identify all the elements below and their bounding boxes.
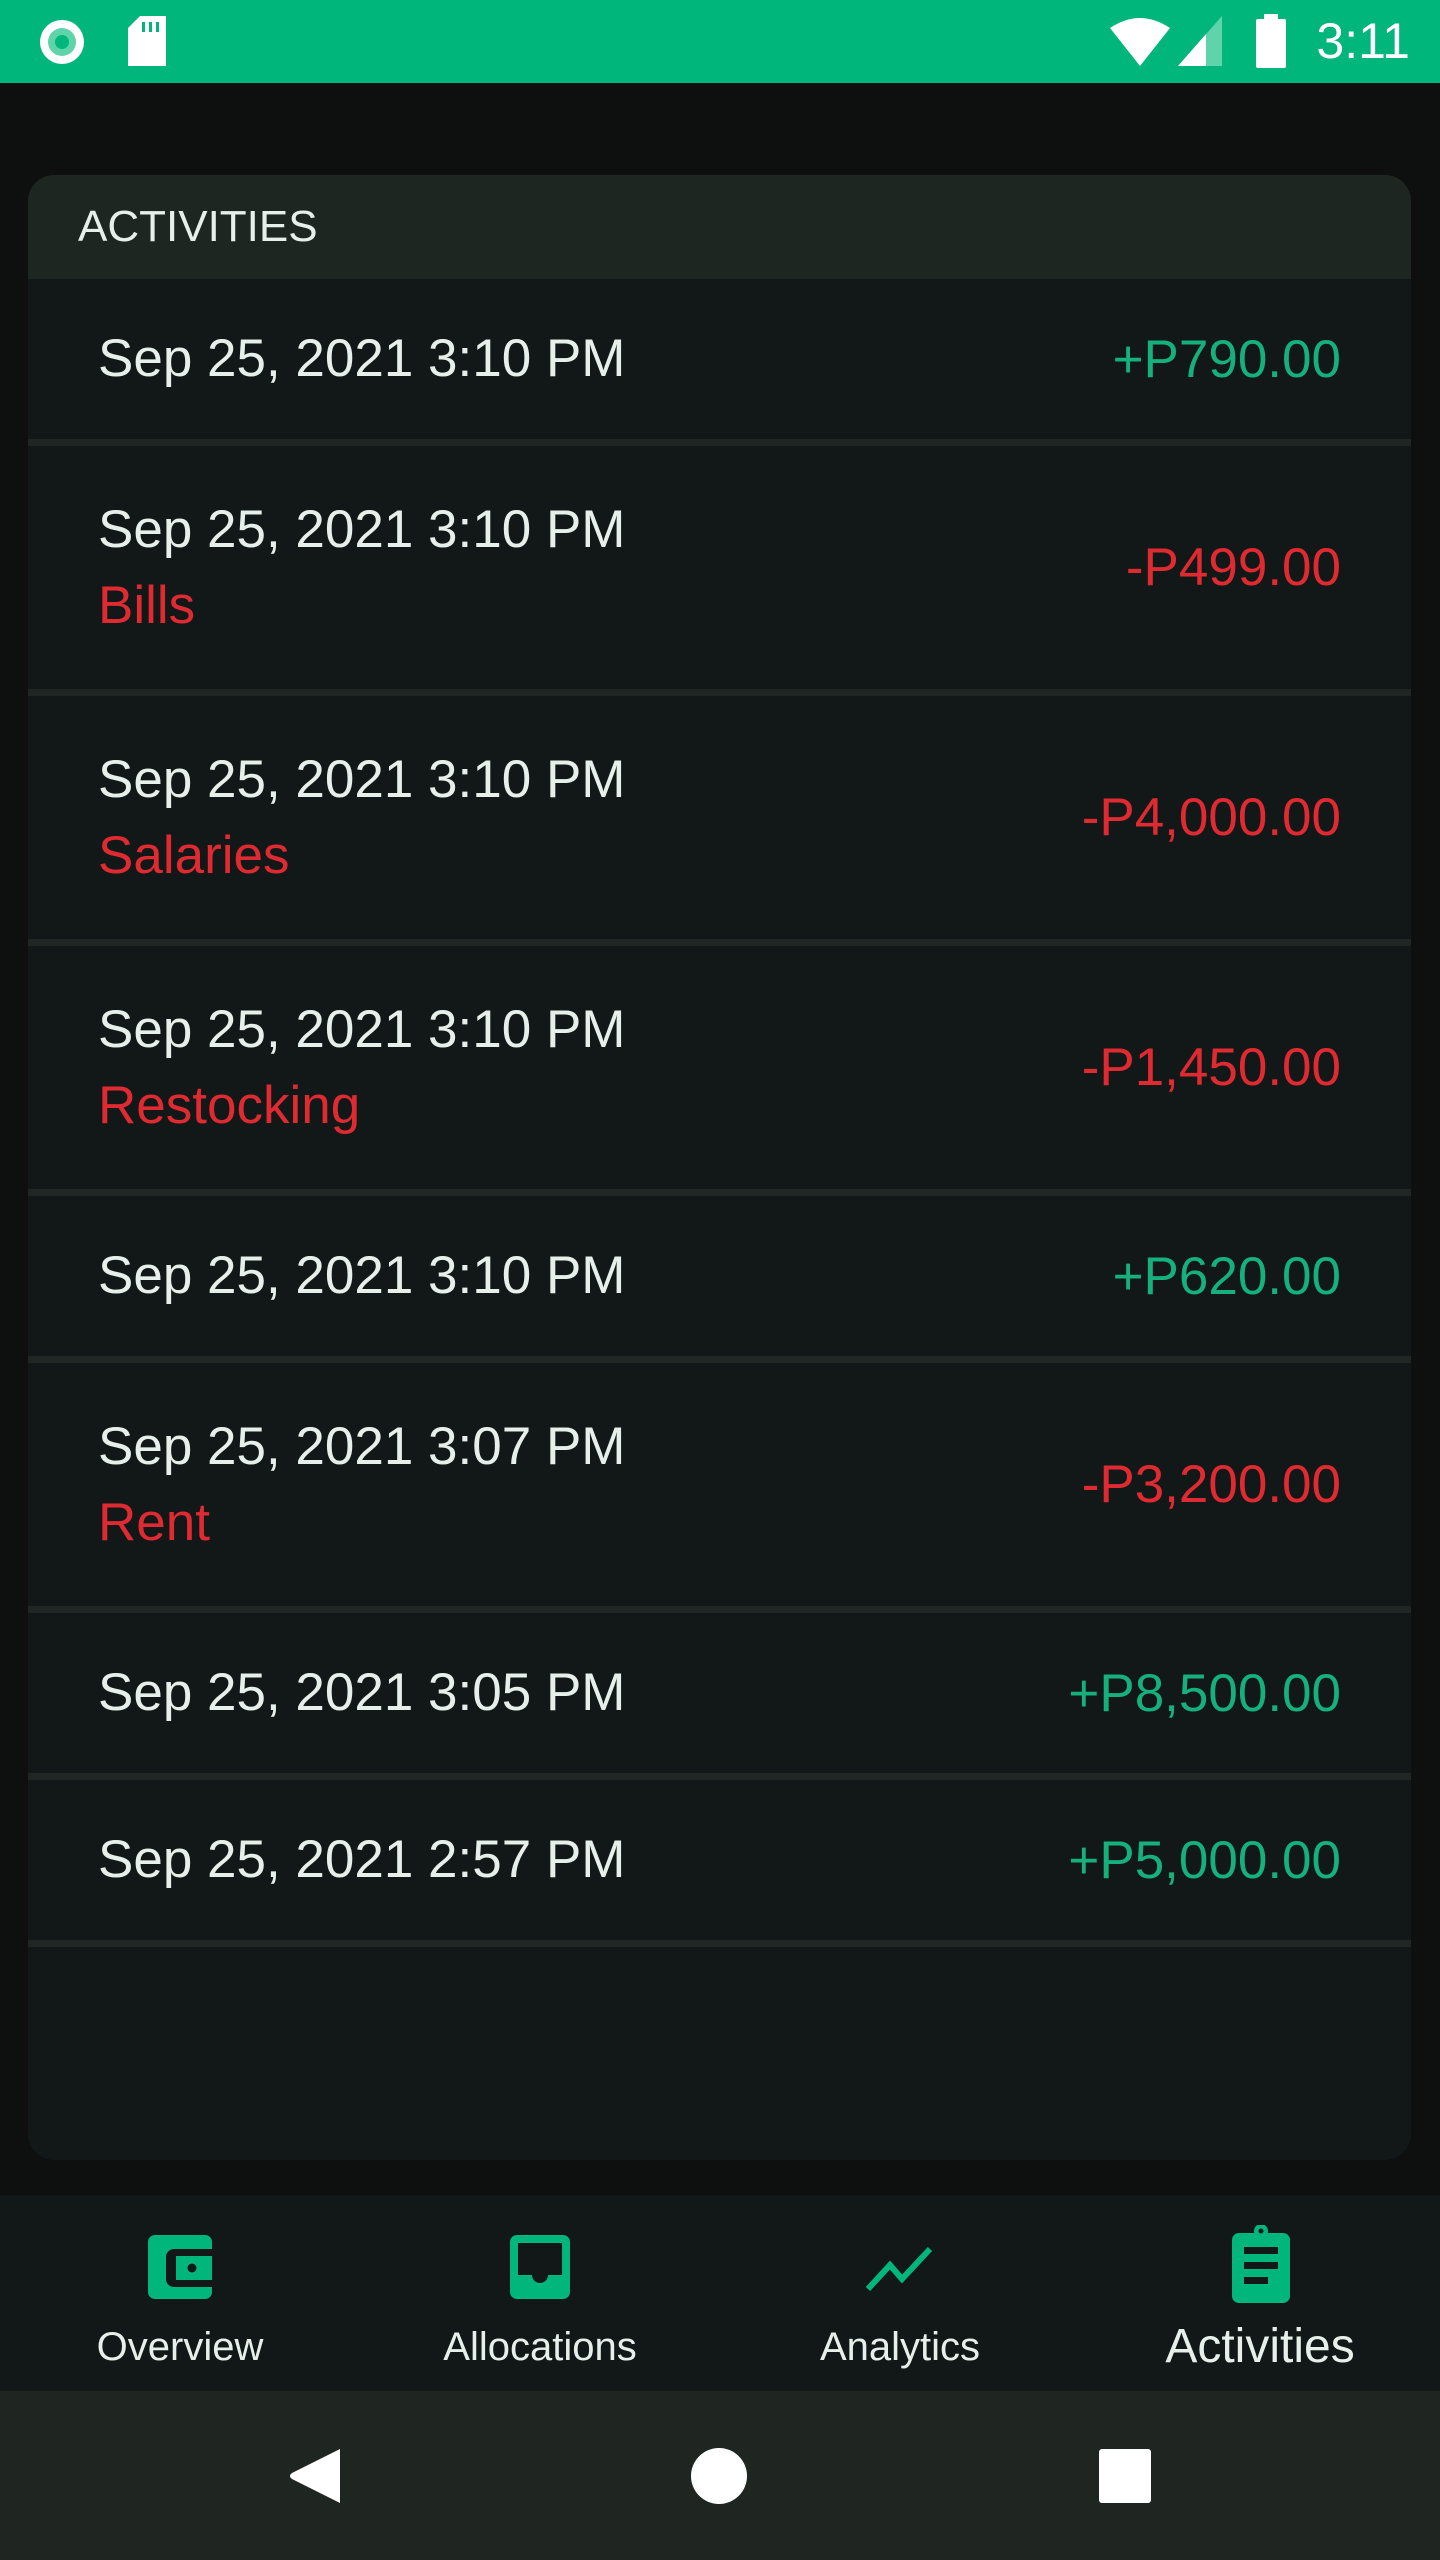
activity-datetime: Sep 25, 2021 3:10 PM [98, 329, 626, 388]
activity-datetime: Sep 25, 2021 2:57 PM [98, 1830, 626, 1889]
activity-amount: +P790.00 [1112, 329, 1341, 389]
nav-tab-activities[interactable]: Activities [1080, 2195, 1440, 2391]
activity-category: Salaries [98, 825, 290, 885]
bottom-navigation: Overview Allocations Analytics Activitie… [0, 2195, 1440, 2391]
activity-datetime: Sep 25, 2021 3:07 PM [98, 1416, 626, 1476]
activity-row[interactable]: Sep 25, 2021 3:10 PM Restocking -P1,450.… [28, 946, 1411, 1196]
nav-tab-overview[interactable]: Overview [0, 2195, 360, 2391]
nav-label: Overview [96, 2325, 264, 2369]
activity-row[interactable]: Sep 25, 2021 3:10 PM Salaries -P4,000.00 [28, 696, 1411, 946]
cellular-signal-icon [1178, 16, 1222, 66]
activity-amount: +P5,000.00 [1068, 1830, 1341, 1890]
activity-row[interactable]: Sep 25, 2021 3:10 PM Bills -P499.00 [28, 446, 1411, 696]
activity-row[interactable]: Sep 25, 2021 3:07 PM Rent -P3,200.00 [28, 1363, 1411, 1613]
clock-time: 3:11 [1316, 13, 1410, 69]
wallet-icon [148, 2235, 212, 2299]
activity-category: Rent [98, 1492, 210, 1552]
nav-tab-allocations[interactable]: Allocations [360, 2195, 720, 2391]
activity-amount: -P3,200.00 [1081, 1455, 1341, 1514]
inbox-icon [510, 2235, 570, 2299]
nav-tab-analytics[interactable]: Analytics [720, 2195, 1080, 2391]
system-navigation-bar [0, 2391, 1440, 2560]
activity-datetime: Sep 25, 2021 3:05 PM [98, 1663, 626, 1722]
trending-up-icon [865, 2246, 933, 2292]
activity-amount: -P4,000.00 [1081, 788, 1341, 847]
activity-row[interactable]: Sep 25, 2021 3:05 PM +P8,500.00 [28, 1613, 1411, 1780]
activity-datetime: Sep 25, 2021 3:10 PM [98, 749, 626, 809]
activity-row[interactable]: Sep 25, 2021 2:57 PM +P5,000.00 [28, 1780, 1411, 1947]
nav-label: Activities [1165, 2320, 1355, 2373]
sd-card-icon [128, 16, 166, 66]
home-button[interactable] [690, 2447, 748, 2505]
status-bar: 3:11 [0, 0, 1440, 83]
activity-amount: -P1,450.00 [1081, 1038, 1341, 1097]
activities-card: ACTIVITIES Sep 25, 2021 3:10 PM +P790.00… [28, 175, 1411, 2160]
activity-category: Bills [98, 575, 196, 635]
nav-label: Analytics [819, 2325, 981, 2369]
activity-datetime: Sep 25, 2021 3:10 PM [98, 999, 626, 1059]
activity-category: Restocking [98, 1075, 361, 1135]
clipboard-icon [1232, 2225, 1290, 2303]
activity-datetime: Sep 25, 2021 3:10 PM [98, 1246, 626, 1305]
battery-icon [1256, 14, 1286, 68]
back-button[interactable] [288, 2447, 344, 2505]
recents-button[interactable] [1099, 2449, 1151, 2503]
activity-datetime: Sep 25, 2021 3:10 PM [98, 499, 626, 559]
activity-amount: -P499.00 [1125, 538, 1341, 597]
card-title: ACTIVITIES [28, 175, 1411, 279]
activity-amount: +P620.00 [1112, 1246, 1341, 1306]
wifi-icon [1110, 18, 1170, 66]
activity-row[interactable]: Sep 25, 2021 3:10 PM +P620.00 [28, 1196, 1411, 1363]
record-icon [40, 20, 84, 64]
nav-label: Allocations [443, 2325, 637, 2369]
activity-row[interactable]: Sep 25, 2021 3:10 PM +P790.00 [28, 279, 1411, 446]
activity-amount: +P8,500.00 [1068, 1663, 1341, 1723]
